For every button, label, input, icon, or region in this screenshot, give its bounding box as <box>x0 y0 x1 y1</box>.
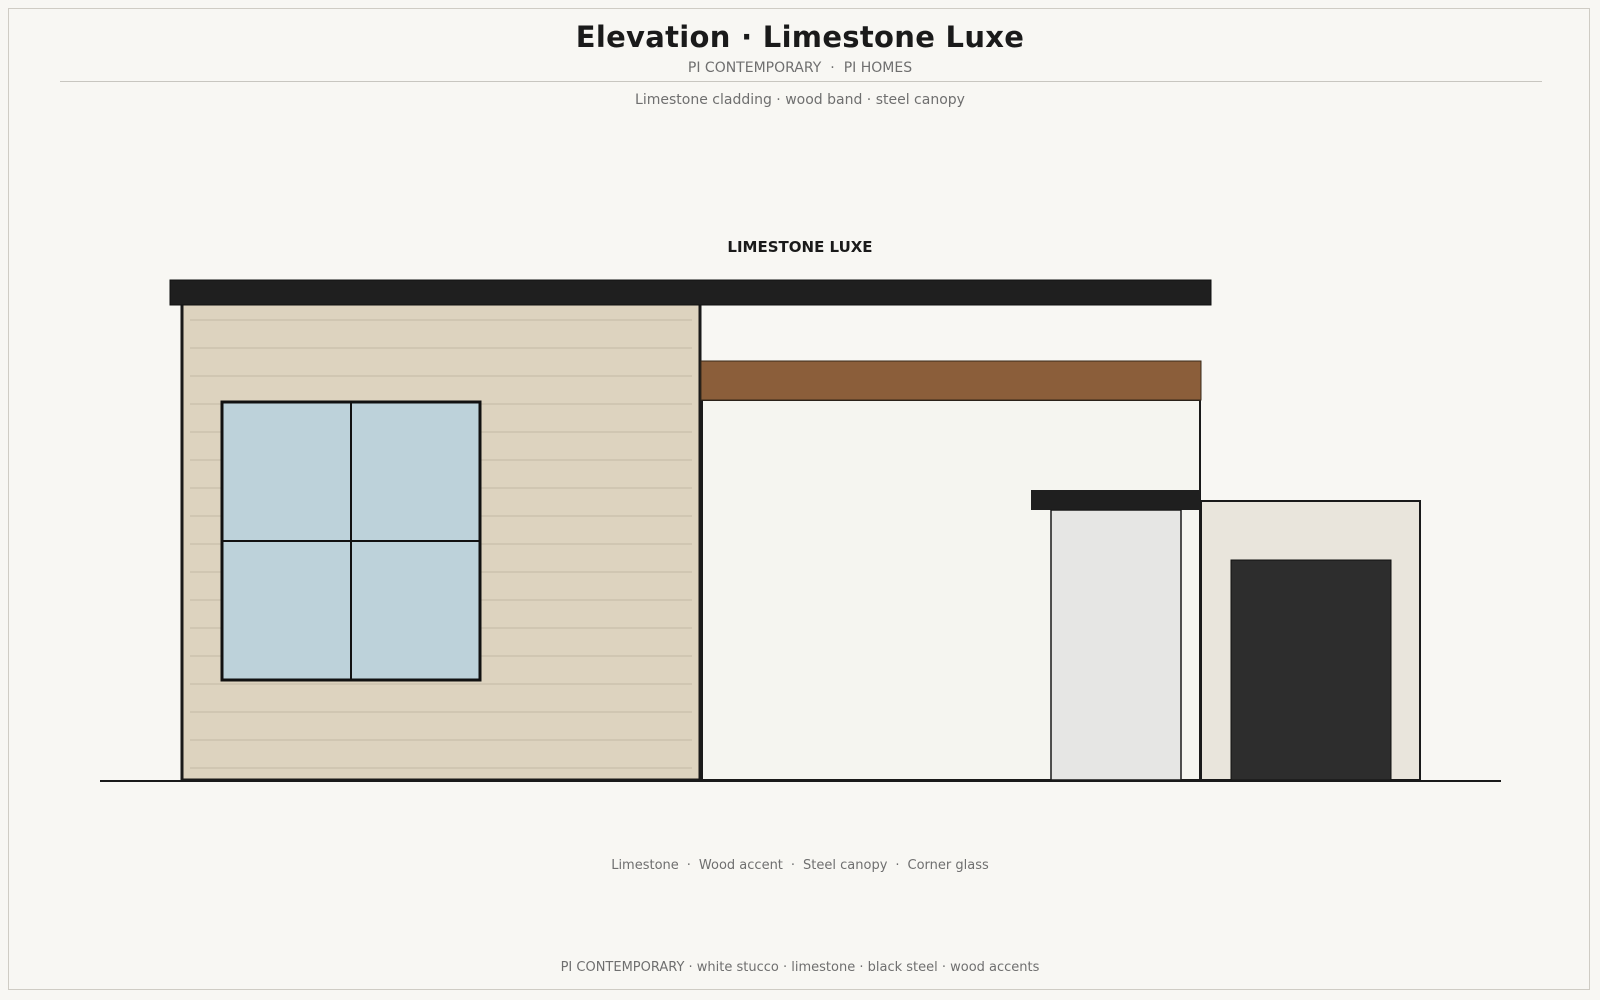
legend-item-corner-glass: Corner glass <box>907 858 989 873</box>
garage-door <box>1230 559 1392 781</box>
legend-separator: · <box>686 858 691 873</box>
drawing-label: LIMESTONE LUXE <box>727 238 872 256</box>
corner-window <box>220 400 482 682</box>
steel-canopy <box>1031 490 1200 510</box>
roof-parapet <box>169 279 1212 306</box>
legend-item-wood-accent: Wood accent <box>698 858 783 873</box>
elevation-drawing: LIMESTONE LUXE <box>100 238 1501 782</box>
wood-band <box>700 360 1202 401</box>
footer-note: PI CONTEMPORARY · white stucco · limesto… <box>560 960 1040 975</box>
legend-separator: · <box>895 858 900 873</box>
entry-door <box>1050 509 1182 781</box>
legend-item-limestone: Limestone <box>611 858 679 873</box>
legend-item-steel-canopy: Steel canopy <box>803 858 888 873</box>
legend-separator: · <box>790 858 796 873</box>
materials-legend: Limestone · Wood accent · Steel canopy · Corne… <box>0 858 1600 873</box>
